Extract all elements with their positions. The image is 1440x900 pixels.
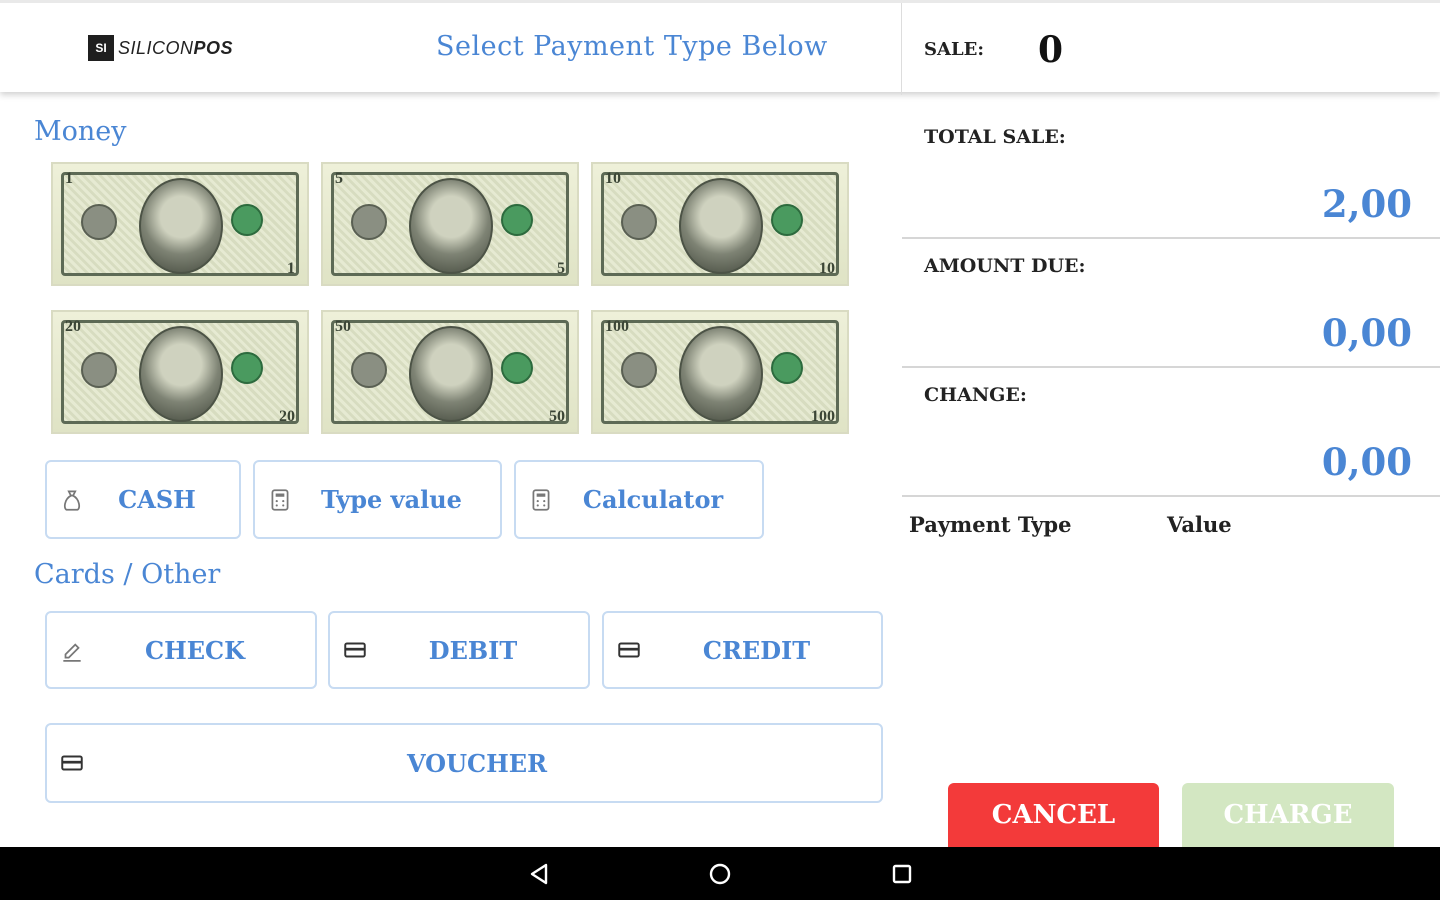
bill-seal-left [621, 204, 657, 240]
bill-seal-right [231, 204, 263, 236]
total-sale-value: 2,00 [1321, 182, 1412, 226]
bill-portrait [139, 326, 223, 422]
logo: SI SILICONPOS [88, 35, 233, 61]
check-label: CHECK [144, 635, 246, 665]
bill-denomination: 1 [65, 170, 73, 187]
recents-icon[interactable] [888, 861, 916, 887]
back-icon[interactable] [526, 861, 554, 887]
summary-panel: TOTAL SALE: 2,00 AMOUNT DUE: 0,00 CHANGE… [900, 92, 1440, 847]
bill-denomination: 5 [335, 170, 343, 187]
bill-seal-left [351, 352, 387, 388]
header-divider [901, 3, 902, 95]
debit-label: DEBIT [428, 635, 518, 665]
cash-button[interactable]: CASH [45, 460, 241, 539]
bill-ten-dollar[interactable]: 10 10 [591, 162, 849, 286]
bill-seal-left [81, 352, 117, 388]
bill-denomination: 10 [819, 260, 835, 277]
divider [902, 495, 1440, 497]
system-nav-bar [0, 847, 1440, 900]
money-section-title: Money [34, 116, 127, 147]
charge-button[interactable]: CHARGE [1182, 783, 1394, 847]
bill-seal-left [351, 204, 387, 240]
card-icon [61, 755, 83, 771]
logo-mark: SI [88, 35, 114, 61]
calculator-icon [532, 488, 550, 511]
bill-denomination: 50 [335, 318, 351, 335]
bill-seal-right [771, 204, 803, 236]
change-label: CHANGE: [924, 384, 1027, 406]
logo-text: SILICONPOS [118, 38, 233, 59]
debit-button[interactable]: DEBIT [328, 611, 590, 689]
voucher-button[interactable]: VOUCHER [45, 723, 883, 803]
calculator-icon [271, 488, 289, 511]
bill-denomination: 20 [65, 318, 81, 335]
bill-portrait [139, 178, 223, 274]
bill-portrait [679, 326, 763, 422]
bill-seal-left [81, 204, 117, 240]
bill-seal-right [501, 204, 533, 236]
divider [902, 366, 1440, 368]
bill-seal-right [231, 352, 263, 384]
bill-seal-right [501, 352, 533, 384]
bill-fifty-dollar[interactable]: 50 50 [321, 310, 579, 434]
card-icon [344, 642, 366, 658]
type-value-button[interactable]: Type value [253, 460, 502, 539]
bill-denomination: 10 [605, 170, 621, 187]
bill-twenty-dollar[interactable]: 20 20 [51, 310, 309, 434]
page-title: Select Payment Type Below [436, 31, 828, 62]
logo-text-pos: POS [193, 37, 234, 58]
home-icon[interactable] [706, 861, 734, 887]
value-column-header: Value [1167, 512, 1232, 537]
credit-label: CREDIT [702, 635, 811, 665]
total-sale-label: TOTAL SALE: [924, 126, 1066, 148]
sale-label: SALE: [924, 39, 984, 60]
bill-hundred-dollar[interactable]: 100 100 [591, 310, 849, 434]
bill-denomination: 1 [287, 260, 295, 277]
bill-one-dollar[interactable]: 1 1 [51, 162, 309, 286]
bill-seal-right [771, 352, 803, 384]
sale-value: 0 [1038, 29, 1064, 71]
pencil-icon [63, 643, 81, 662]
change-value: 0,00 [1321, 440, 1412, 484]
bill-portrait [409, 178, 493, 274]
cards-section-title: Cards / Other [34, 559, 221, 590]
card-icon [618, 642, 640, 658]
bill-denomination: 5 [557, 260, 565, 277]
cancel-button[interactable]: CANCEL [948, 783, 1159, 847]
check-button[interactable]: CHECK [45, 611, 317, 689]
amount-due-value: 0,00 [1321, 311, 1412, 355]
amount-due-label: AMOUNT DUE: [924, 255, 1086, 277]
bill-denomination: 20 [279, 408, 295, 425]
money-bag-icon [63, 489, 81, 511]
voucher-label: VOUCHER [406, 748, 548, 778]
payment-type-column-header: Payment Type [909, 512, 1072, 537]
calculator-button[interactable]: Calculator [514, 460, 764, 539]
bill-denomination: 100 [605, 318, 629, 335]
divider [902, 237, 1440, 239]
bill-portrait [409, 326, 493, 422]
bill-five-dollar[interactable]: 5 5 [321, 162, 579, 286]
top-bar: SI SILICONPOS Select Payment Type Below … [0, 0, 1440, 95]
bill-portrait [679, 178, 763, 274]
credit-button[interactable]: CREDIT [602, 611, 883, 689]
bill-seal-left [621, 352, 657, 388]
bill-denomination: 100 [811, 408, 835, 425]
logo-text-silicon: SILICON [118, 37, 194, 58]
bill-denomination: 50 [549, 408, 565, 425]
